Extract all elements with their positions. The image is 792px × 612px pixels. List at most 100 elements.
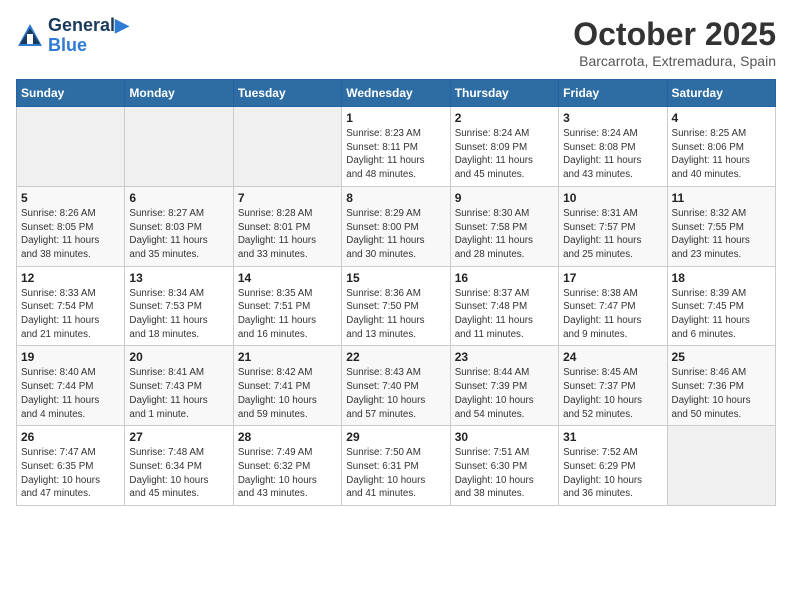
- day-number: 12: [21, 271, 120, 285]
- calendar-day-cell: 12Sunrise: 8:33 AM Sunset: 7:54 PM Dayli…: [17, 266, 125, 346]
- logo-icon: [16, 22, 44, 50]
- calendar-day-cell: 23 Sunrise: 8:44 AM Sunset: 7:39 PM Dayli…: [450, 346, 558, 426]
- day-number: 29: [346, 430, 445, 444]
- calendar-day-cell: 2Sunrise: 8:24 AM Sunset: 8:09 PM Daylig…: [450, 107, 558, 187]
- calendar-day-cell: 7 Sunrise: 8:28 AM Sunset: 8:01 PM Daylig…: [233, 186, 341, 266]
- day-info: Sunrise: 8:23 AM Sunset: 8:11 PM Dayligh…: [346, 127, 445, 182]
- day-info: Sunrise: 8:38 AM Sunset: 7:47 PM Dayligh…: [563, 287, 662, 342]
- day-of-week-header: Wednesday: [342, 80, 450, 107]
- calendar-day-cell: 13 Sunrise: 8:34 AM Sunset: 7:53 PM Dayli…: [125, 266, 233, 346]
- day-info: Sunrise: 8:41 AM Sunset: 7:43 PM Dayligh…: [129, 366, 228, 421]
- calendar-day-cell: [125, 107, 233, 187]
- calendar-day-cell: 5 Sunrise: 8:26 AM Sunset: 8:05 PM Daylig…: [17, 186, 125, 266]
- day-number: 10: [563, 191, 662, 205]
- day-number: 9: [455, 191, 554, 205]
- day-number: 13: [129, 271, 228, 285]
- day-number: 31: [563, 430, 662, 444]
- calendar-day-cell: 20 Sunrise: 8:41 AM Sunset: 7:43 PM Dayli…: [125, 346, 233, 426]
- calendar-day-cell: 19 Sunrise: 8:40 AM Sunset: 7:44 PM Dayli…: [17, 346, 125, 426]
- day-info: Sunrise: 8:34 AM Sunset: 7:53 PM Dayligh…: [129, 287, 228, 342]
- day-info: Sunrise: 8:29 AM Sunset: 8:00 PM Dayligh…: [346, 207, 445, 262]
- day-number: 30: [455, 430, 554, 444]
- day-number: 15: [346, 271, 445, 285]
- calendar-day-cell: 26 Sunrise: 7:47 AM Sunset: 6:35 PM Dayli…: [17, 426, 125, 506]
- calendar-day-cell: 21Sunrise: 8:42 AM Sunset: 7:41 PM Dayli…: [233, 346, 341, 426]
- day-number: 5: [21, 191, 120, 205]
- day-info: Sunrise: 8:39 AM Sunset: 7:45 PM Dayligh…: [672, 287, 771, 342]
- day-info: Sunrise: 8:36 AM Sunset: 7:50 PM Dayligh…: [346, 287, 445, 342]
- day-info: Sunrise: 8:26 AM Sunset: 8:05 PM Dayligh…: [21, 207, 120, 262]
- day-number: 27: [129, 430, 228, 444]
- day-info: Sunrise: 7:49 AM Sunset: 6:32 PM Dayligh…: [238, 446, 337, 501]
- day-info: Sunrise: 7:47 AM Sunset: 6:35 PM Dayligh…: [21, 446, 120, 501]
- day-number: 17: [563, 271, 662, 285]
- day-info: Sunrise: 8:42 AM Sunset: 7:41 PM Dayligh…: [238, 366, 337, 421]
- day-number: 2: [455, 111, 554, 125]
- day-info: Sunrise: 8:37 AM Sunset: 7:48 PM Dayligh…: [455, 287, 554, 342]
- calendar-day-cell: 15 Sunrise: 8:36 AM Sunset: 7:50 PM Dayli…: [342, 266, 450, 346]
- calendar-week-row: 19 Sunrise: 8:40 AM Sunset: 7:44 PM Dayli…: [17, 346, 776, 426]
- day-info: Sunrise: 7:50 AM Sunset: 6:31 PM Dayligh…: [346, 446, 445, 501]
- calendar-day-cell: [17, 107, 125, 187]
- calendar-day-cell: 16 Sunrise: 8:37 AM Sunset: 7:48 PM Dayli…: [450, 266, 558, 346]
- day-info: Sunrise: 7:51 AM Sunset: 6:30 PM Dayligh…: [455, 446, 554, 501]
- calendar-day-cell: 11 Sunrise: 8:32 AM Sunset: 7:55 PM Dayli…: [667, 186, 775, 266]
- day-of-week-header: Monday: [125, 80, 233, 107]
- day-info: Sunrise: 8:30 AM Sunset: 7:58 PM Dayligh…: [455, 207, 554, 262]
- day-number: 19: [21, 350, 120, 364]
- day-info: Sunrise: 7:48 AM Sunset: 6:34 PM Dayligh…: [129, 446, 228, 501]
- calendar-day-cell: 28 Sunrise: 7:49 AM Sunset: 6:32 PM Dayli…: [233, 426, 341, 506]
- calendar-day-cell: [667, 426, 775, 506]
- calendar-day-cell: 29 Sunrise: 7:50 AM Sunset: 6:31 PM Dayli…: [342, 426, 450, 506]
- calendar-day-cell: 9 Sunrise: 8:30 AM Sunset: 7:58 PM Daylig…: [450, 186, 558, 266]
- calendar-day-cell: 17 Sunrise: 8:38 AM Sunset: 7:47 PM Dayli…: [559, 266, 667, 346]
- day-number: 25: [672, 350, 771, 364]
- calendar-day-cell: 14Sunrise: 8:35 AM Sunset: 7:51 PM Dayli…: [233, 266, 341, 346]
- day-number: 14: [238, 271, 337, 285]
- calendar-day-cell: 18 Sunrise: 8:39 AM Sunset: 7:45 PM Dayli…: [667, 266, 775, 346]
- day-info: Sunrise: 8:24 AM Sunset: 8:08 PM Dayligh…: [563, 127, 662, 182]
- calendar-day-cell: [233, 107, 341, 187]
- day-of-week-header: Tuesday: [233, 80, 341, 107]
- day-number: 18: [672, 271, 771, 285]
- calendar-day-cell: 30 Sunrise: 7:51 AM Sunset: 6:30 PM Dayli…: [450, 426, 558, 506]
- day-info: Sunrise: 8:31 AM Sunset: 7:57 PM Dayligh…: [563, 207, 662, 262]
- day-number: 16: [455, 271, 554, 285]
- calendar-header-row: SundayMondayTuesdayWednesdayThursdayFrid…: [17, 80, 776, 107]
- day-number: 4: [672, 111, 771, 125]
- day-info: Sunrise: 8:40 AM Sunset: 7:44 PM Dayligh…: [21, 366, 120, 421]
- title-block: October 2025 Barcarrota, Extremadura, Sp…: [573, 16, 776, 69]
- day-info: Sunrise: 8:32 AM Sunset: 7:55 PM Dayligh…: [672, 207, 771, 262]
- day-info: Sunrise: 8:27 AM Sunset: 8:03 PM Dayligh…: [129, 207, 228, 262]
- day-number: 23: [455, 350, 554, 364]
- day-number: 6: [129, 191, 228, 205]
- day-of-week-header: Friday: [559, 80, 667, 107]
- day-of-week-header: Saturday: [667, 80, 775, 107]
- day-number: 28: [238, 430, 337, 444]
- calendar-day-cell: 22Sunrise: 8:43 AM Sunset: 7:40 PM Dayli…: [342, 346, 450, 426]
- day-info: Sunrise: 8:46 AM Sunset: 7:36 PM Dayligh…: [672, 366, 771, 421]
- day-number: 20: [129, 350, 228, 364]
- calendar-day-cell: 24Sunrise: 8:45 AM Sunset: 7:37 PM Dayli…: [559, 346, 667, 426]
- day-number: 7: [238, 191, 337, 205]
- calendar-week-row: 12Sunrise: 8:33 AM Sunset: 7:54 PM Dayli…: [17, 266, 776, 346]
- calendar-day-cell: 27 Sunrise: 7:48 AM Sunset: 6:34 PM Dayli…: [125, 426, 233, 506]
- day-number: 3: [563, 111, 662, 125]
- calendar-table: SundayMondayTuesdayWednesdayThursdayFrid…: [16, 79, 776, 506]
- day-info: Sunrise: 8:25 AM Sunset: 8:06 PM Dayligh…: [672, 127, 771, 182]
- day-info: Sunrise: 8:45 AM Sunset: 7:37 PM Dayligh…: [563, 366, 662, 421]
- day-of-week-header: Sunday: [17, 80, 125, 107]
- day-number: 11: [672, 191, 771, 205]
- calendar-body: 1Sunrise: 8:23 AM Sunset: 8:11 PM Daylig…: [17, 107, 776, 506]
- month-title: October 2025: [573, 16, 776, 53]
- day-info: Sunrise: 8:44 AM Sunset: 7:39 PM Dayligh…: [455, 366, 554, 421]
- day-info: Sunrise: 8:43 AM Sunset: 7:40 PM Dayligh…: [346, 366, 445, 421]
- calendar-day-cell: 4 Sunrise: 8:25 AM Sunset: 8:06 PM Daylig…: [667, 107, 775, 187]
- day-info: Sunrise: 7:52 AM Sunset: 6:29 PM Dayligh…: [563, 446, 662, 501]
- calendar-day-cell: 6 Sunrise: 8:27 AM Sunset: 8:03 PM Daylig…: [125, 186, 233, 266]
- day-info: Sunrise: 8:28 AM Sunset: 8:01 PM Dayligh…: [238, 207, 337, 262]
- calendar-week-row: 5 Sunrise: 8:26 AM Sunset: 8:05 PM Daylig…: [17, 186, 776, 266]
- calendar-day-cell: 31 Sunrise: 7:52 AM Sunset: 6:29 PM Dayli…: [559, 426, 667, 506]
- day-number: 26: [21, 430, 120, 444]
- page-header: General▶ Blue October 2025 Barcarrota, E…: [16, 16, 776, 69]
